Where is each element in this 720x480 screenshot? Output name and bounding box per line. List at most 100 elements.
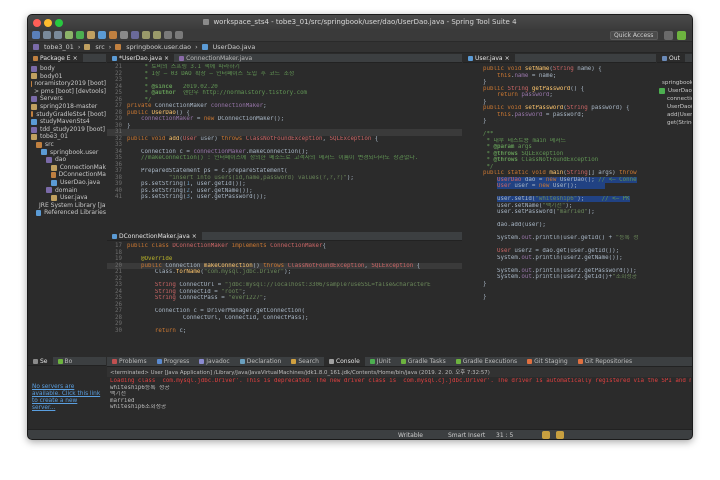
tree-item[interactable]: UserDao.java xyxy=(31,179,106,187)
tree-item[interactable]: get(String) xyxy=(659,119,692,127)
create-server-link[interactable]: No servers are available. Click this lin… xyxy=(28,366,106,412)
tab-git-staging[interactable]: Git Staging xyxy=(522,357,573,366)
breadcrumb-item[interactable]: tobe3_01 xyxy=(44,43,74,51)
open-type-icon[interactable] xyxy=(131,31,139,39)
editor-tabs-right: User.java × xyxy=(463,54,656,63)
console-output[interactable]: Loading class `com.mysql.jdbc.Driver'. T… xyxy=(107,377,692,412)
package-explorer: Package E × body body01 noramistory2019 [bo… xyxy=(28,54,106,356)
tree-item[interactable]: dao xyxy=(31,156,106,164)
tree-item[interactable]: > pms [boot] [devtools] [pms xyxy=(31,88,106,96)
tree-item[interactable]: springbook.user xyxy=(659,79,693,87)
tree-item[interactable]: JRE System Library [JavaSE xyxy=(31,202,106,210)
tab-problems[interactable]: Problems xyxy=(107,357,152,366)
tab-git-repositories[interactable]: Git Repositories xyxy=(573,357,637,366)
tree-item[interactable]: User.java xyxy=(31,194,106,202)
tree-item[interactable]: add(User) xyxy=(659,111,692,119)
tree-item[interactable]: tobe3_01 xyxy=(31,133,106,141)
new-icon[interactable] xyxy=(32,31,40,39)
close-icon[interactable]: × xyxy=(505,54,510,62)
tab-icon xyxy=(239,359,245,364)
new-java-class-icon[interactable] xyxy=(98,31,106,39)
tab-outline[interactable]: Out xyxy=(657,54,685,62)
quick-access-input[interactable]: Quick Access xyxy=(610,31,658,40)
tab-label: DConnectionMaker.java xyxy=(119,232,190,240)
spring-perspective-icon[interactable] xyxy=(677,31,686,40)
tab-user[interactable]: User.java × xyxy=(463,54,515,62)
tree-item[interactable]: ConnectionMak xyxy=(31,164,106,172)
breadcrumb-item[interactable]: src xyxy=(95,43,104,51)
close-icon[interactable]: × xyxy=(192,232,197,240)
tree-node-icon xyxy=(51,164,57,171)
notification-icon[interactable] xyxy=(556,431,564,439)
tab-dconnectionmaker[interactable]: DConnectionMaker.java × xyxy=(107,232,202,240)
debug-icon[interactable] xyxy=(65,31,73,39)
tree-item[interactable]: spring2018-master xyxy=(31,103,106,111)
forward-icon[interactable] xyxy=(175,31,183,39)
tree-item[interactable]: body xyxy=(31,65,106,73)
tree-item[interactable]: domain xyxy=(31,187,106,195)
minimize-window-button[interactable] xyxy=(44,19,52,27)
tab-label: Javadoc xyxy=(206,358,230,365)
code-line[interactable]: 41 ps.setString(3, user.getPassword()); xyxy=(107,194,462,201)
java-perspective-icon[interactable] xyxy=(664,31,673,40)
console-line: whiteship6등록 성공 xyxy=(110,384,170,391)
next-annotation-icon[interactable] xyxy=(142,31,150,39)
line-number: 41 xyxy=(115,194,122,200)
tab-junit[interactable]: JUnit xyxy=(365,357,396,366)
zoom-window-button[interactable] xyxy=(55,19,63,27)
tab-servers[interactable]: Se xyxy=(28,357,53,365)
tab-connectionmaker[interactable]: ConnectionMaker.java xyxy=(174,54,257,62)
tab-progress[interactable]: Progress xyxy=(152,357,195,366)
breadcrumb-item[interactable]: springbook.user.dao xyxy=(126,43,191,51)
tree-item[interactable]: UserDao xyxy=(659,87,692,95)
tab-label: *UserDao.java xyxy=(119,54,163,62)
external-tools-icon[interactable] xyxy=(87,31,95,39)
tree-item[interactable]: studyMavenSts4 xyxy=(31,118,106,126)
code-line[interactable]: 30 return c; xyxy=(107,328,462,335)
tab-package-explorer[interactable]: Package E × xyxy=(28,54,83,62)
close-icon[interactable]: × xyxy=(73,54,78,62)
tab-gradle-executions[interactable]: Gradle Executions xyxy=(451,357,522,366)
tree-node-icon xyxy=(51,172,56,179)
tree-item[interactable]: Servers xyxy=(31,95,106,103)
save-icon[interactable] xyxy=(43,31,51,39)
run-icon[interactable] xyxy=(76,31,84,39)
tab-gradle-tasks[interactable]: Gradle Tasks xyxy=(396,357,451,366)
breadcrumb-item[interactable]: UserDao.java xyxy=(213,43,256,51)
tab-label: Declaration xyxy=(246,358,282,365)
new-package-icon[interactable] xyxy=(109,31,117,39)
close-window-button[interactable] xyxy=(33,19,41,27)
tree-item[interactable]: DConnectionMa xyxy=(31,171,106,179)
close-icon[interactable]: × xyxy=(164,54,169,62)
tab-javadoc[interactable]: Javadoc xyxy=(194,357,234,366)
tree-item[interactable]: connection xyxy=(659,95,692,103)
tree-item[interactable]: studyGradleSts4 [boot] xyxy=(31,111,106,119)
tab-console[interactable]: Console xyxy=(323,357,365,366)
search-icon[interactable] xyxy=(120,31,128,39)
editor-tabs-bottom: DConnectionMaker.java × xyxy=(107,232,462,241)
back-icon[interactable] xyxy=(164,31,172,39)
tab-boot-dashboard[interactable]: Bo xyxy=(53,357,78,365)
tab-declaration[interactable]: Declaration xyxy=(235,357,287,366)
code-area-user[interactable]: public void setName(String name) { this.… xyxy=(463,63,656,300)
tab-icon xyxy=(112,359,117,364)
project-tree: body body01 noramistory2019 [boot] > pms [b… xyxy=(28,63,106,217)
java-file-icon xyxy=(112,55,117,61)
code-area-dconnectionmaker[interactable]: 17 public class DConnectionMaker implemen… xyxy=(107,241,462,334)
save-all-icon[interactable] xyxy=(54,31,62,39)
tree-item[interactable]: tdd_study2019 [boot] xyxy=(31,126,106,134)
console-line: whiteship6조회성공 xyxy=(110,404,167,411)
code-area-userdao[interactable]: 21 * 토비의 스프링 3.1 책에 따라하기 22 * 1장 – 03 DAO… xyxy=(107,63,462,201)
tree-item[interactable]: UserDao() xyxy=(659,103,692,111)
tree-item-label: springbook.user xyxy=(662,80,693,86)
tree-item[interactable]: noramistory2019 [boot] xyxy=(31,80,106,88)
tree-item[interactable]: springbook.user xyxy=(31,149,106,157)
tab-label: JUnit xyxy=(376,358,391,365)
tree-item[interactable]: Referenced Libraries xyxy=(31,209,106,217)
tab-search[interactable]: Search xyxy=(286,357,324,366)
tree-item[interactable]: body01 xyxy=(31,73,106,81)
tree-item[interactable]: src xyxy=(31,141,106,149)
previous-annotation-icon[interactable] xyxy=(153,31,161,39)
tab-userdao[interactable]: *UserDao.java × xyxy=(107,54,175,62)
code-line[interactable]: } xyxy=(463,294,656,301)
